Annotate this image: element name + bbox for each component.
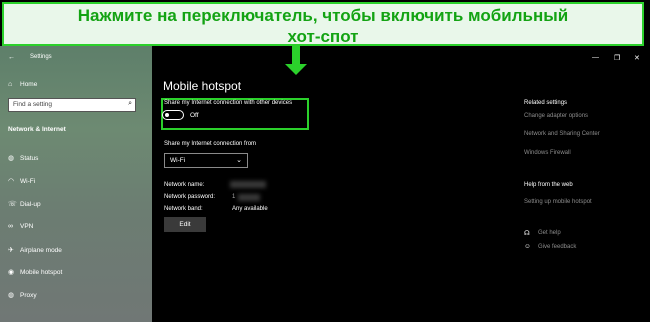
sidebar-item-status[interactable]: ◍ Status bbox=[8, 154, 39, 163]
sidebar-item-dialup[interactable]: ☏ Dial-up bbox=[8, 200, 41, 209]
instruction-banner: Нажмите на переключатель, чтобы включить… bbox=[2, 2, 644, 46]
chat-icon: ☊ bbox=[524, 230, 530, 237]
page-title: Mobile hotspot bbox=[163, 79, 242, 93]
related-link-firewall[interactable]: Windows Firewall bbox=[524, 150, 571, 156]
network-password-value: 1 bbox=[232, 194, 236, 200]
search-placeholder: Find a setting bbox=[13, 101, 53, 108]
give-feedback-link[interactable]: Give feedback bbox=[538, 244, 576, 250]
share-from-select[interactable]: Wi-Fi ⌄ bbox=[164, 153, 248, 168]
sidebar-item-label: Status bbox=[20, 154, 39, 162]
search-icon: ⌕ bbox=[128, 100, 132, 107]
sidebar-item-airplane[interactable]: ✈ Airplane mode bbox=[8, 246, 62, 255]
globe-icon: ◍ bbox=[8, 292, 15, 299]
globe-icon: ◍ bbox=[8, 155, 15, 162]
redacted-network-name bbox=[230, 181, 266, 188]
sidebar: ← Settings ⌂ Home Find a setting ⌕ Netwo… bbox=[0, 46, 152, 322]
close-button[interactable]: ✕ bbox=[634, 54, 640, 62]
sidebar-item-vpn[interactable]: ∞ VPN bbox=[8, 223, 33, 230]
feedback-icon: ☺ bbox=[524, 243, 531, 250]
airplane-icon: ✈ bbox=[8, 247, 14, 254]
network-password-label: Network password: bbox=[164, 194, 216, 200]
toggle-state: Off bbox=[190, 112, 199, 119]
related-heading: Related settings bbox=[524, 100, 568, 106]
main-panel: Mobile hotspot Share my Internet connect… bbox=[152, 46, 650, 322]
sidebar-item-home[interactable]: ⌂ Home bbox=[8, 81, 37, 88]
share-label: Share my Internet connection with other … bbox=[164, 100, 293, 106]
network-band-value: Any available bbox=[232, 206, 268, 212]
sidebar-home-label: Home bbox=[20, 81, 38, 88]
share-from-value: Wi-Fi bbox=[170, 157, 186, 164]
chevron-down-icon: ⌄ bbox=[236, 157, 242, 164]
sidebar-item-wifi[interactable]: ◠ Wi-Fi bbox=[8, 177, 36, 186]
related-link-sharing-center[interactable]: Network and Sharing Center bbox=[524, 131, 600, 137]
sidebar-item-mobile-hotspot[interactable]: ◉ Mobile hotspot bbox=[8, 268, 63, 277]
get-help-link[interactable]: Get help bbox=[538, 230, 561, 236]
hotspot-toggle[interactable] bbox=[162, 110, 184, 120]
related-link-adapter[interactable]: Change adapter options bbox=[524, 113, 588, 119]
help-link[interactable]: Setting up mobile hotspot bbox=[524, 199, 592, 205]
home-icon: ⌂ bbox=[8, 81, 13, 88]
edit-button[interactable]: Edit bbox=[164, 217, 206, 232]
back-arrow-icon[interactable]: ← bbox=[8, 54, 15, 61]
hotspot-icon: ◉ bbox=[8, 269, 15, 276]
redacted-network-password bbox=[238, 194, 260, 201]
minimize-button[interactable]: — bbox=[592, 54, 599, 61]
vpn-icon: ∞ bbox=[8, 223, 13, 230]
window-title: Settings bbox=[30, 54, 52, 60]
wifi-icon: ◠ bbox=[8, 178, 15, 185]
sidebar-item-label: Wi-Fi bbox=[20, 177, 36, 185]
sidebar-item-label: Airplane mode bbox=[20, 246, 62, 254]
network-name-label: Network name: bbox=[164, 182, 205, 188]
sidebar-section-title: Network & Internet bbox=[8, 126, 66, 133]
help-heading: Help from the web bbox=[524, 182, 573, 188]
sidebar-item-proxy[interactable]: ◍ Proxy bbox=[8, 291, 37, 300]
banner-line-1: Нажмите на переключатель, чтобы включить… bbox=[77, 6, 569, 25]
sidebar-item-label: Mobile hotspot bbox=[20, 268, 63, 276]
banner-line-2: хот-спот bbox=[287, 27, 359, 46]
sidebar-item-label: Dial-up bbox=[20, 200, 41, 208]
sidebar-item-label: Proxy bbox=[20, 291, 37, 299]
network-band-label: Network band: bbox=[164, 206, 203, 212]
sidebar-item-label: VPN bbox=[20, 223, 34, 230]
pointer-arrow-head bbox=[285, 64, 307, 75]
phone-icon: ☏ bbox=[8, 201, 17, 208]
toggle-knob bbox=[165, 113, 169, 117]
pointer-arrow-shaft bbox=[292, 44, 300, 66]
share-from-label: Share my Internet connection from bbox=[164, 141, 257, 147]
maximize-button[interactable]: ❐ bbox=[614, 54, 620, 62]
search-input[interactable]: Find a setting ⌕ bbox=[8, 98, 136, 112]
